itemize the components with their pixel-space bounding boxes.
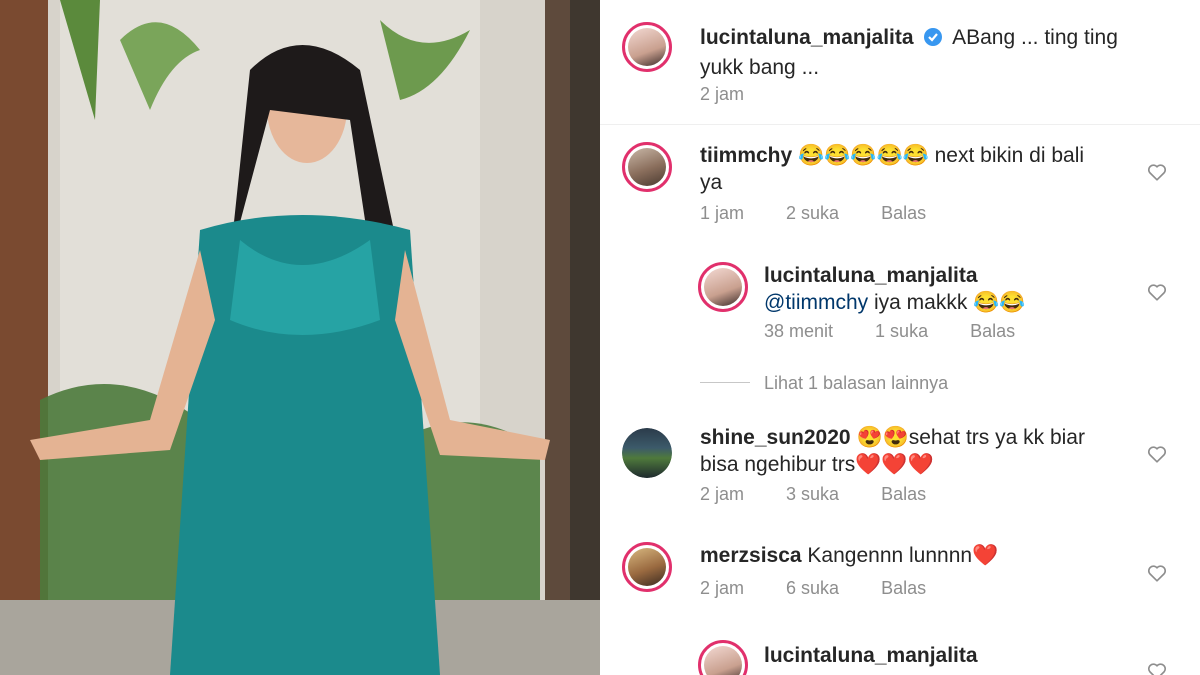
reply-username[interactable]: lucintaluna_manjalita <box>764 644 978 667</box>
comment-meta: 2 jam 3 suka Balas <box>700 484 968 505</box>
reply-text: lucintaluna_manjalita @tiimmchy iya makk… <box>764 262 1134 316</box>
comment-meta: 2 jam 6 suka Balas <box>700 578 968 599</box>
avatar-image <box>622 428 672 478</box>
view-replies-button[interactable]: Lihat 1 balasan lainnya <box>764 373 948 394</box>
comment-time: 2 jam <box>700 484 745 504</box>
comment-line1: 😍😍sehat trs ya kk biar <box>856 426 1085 449</box>
avatar-image <box>628 28 666 66</box>
comment-username[interactable]: shine_sun2020 <box>700 426 851 449</box>
avatar[interactable] <box>622 428 672 478</box>
heart-icon[interactable] <box>1146 281 1168 303</box>
comment-text: merzsisca Kangennn lunnnn❤️ <box>700 542 1130 569</box>
avatar[interactable] <box>622 22 672 72</box>
comment-text: shine_sun2020 😍😍sehat trs ya kk biar bis… <box>700 424 1130 478</box>
post-caption: lucintaluna_manjalita ABang ... ting tin… <box>600 22 1200 122</box>
photo-scene <box>0 0 600 675</box>
comment-line2: bisa ngehibur trs❤️❤️❤️ <box>700 453 934 476</box>
caption-meta: 2 jam <box>700 84 786 105</box>
comment-time: 2 jam <box>700 578 745 598</box>
heart-icon[interactable] <box>1146 660 1168 675</box>
avatar[interactable] <box>698 640 748 675</box>
reply-username[interactable]: lucintaluna_manjalita <box>764 264 978 287</box>
caption-line1: ABang ... ting ting <box>952 26 1118 49</box>
avatar[interactable] <box>622 542 672 592</box>
reply-time: 38 menit <box>764 321 834 341</box>
comment-item: shine_sun2020 😍😍sehat trs ya kk biar bis… <box>600 424 1200 524</box>
comment-username[interactable]: merzsisca <box>700 544 802 567</box>
reply-item: lucintaluna_manjalita <box>600 640 1200 675</box>
post-photo <box>0 0 600 675</box>
heart-icon[interactable] <box>1146 161 1168 183</box>
avatar-image <box>704 646 742 675</box>
reply-button[interactable]: Balas <box>970 321 1015 341</box>
verified-badge-icon <box>923 27 943 54</box>
caption-time: 2 jam <box>700 84 745 104</box>
avatar-image <box>628 548 666 586</box>
avatar[interactable] <box>622 142 672 192</box>
reply-text: lucintaluna_manjalita <box>764 642 1134 669</box>
view-replies-line <box>700 382 750 383</box>
divider <box>600 124 1200 125</box>
comment-likes[interactable]: 6 suka <box>786 578 839 598</box>
reply-meta: 38 menit 1 suka Balas <box>764 321 1057 342</box>
caption-text: lucintaluna_manjalita ABang ... ting tin… <box>700 24 1160 81</box>
avatar-image <box>628 148 666 186</box>
comment-time: 1 jam <box>700 203 745 223</box>
avatar-image <box>704 268 742 306</box>
reply-button[interactable]: Balas <box>881 578 926 598</box>
reply-mention[interactable]: @tiimmchy <box>764 291 868 314</box>
reply-item: lucintaluna_manjalita @tiimmchy iya makk… <box>600 262 1200 352</box>
caption-line2: yukk bang ... <box>700 56 820 79</box>
avatar[interactable] <box>698 262 748 312</box>
comment-line2: ya <box>700 171 723 194</box>
comment-line1: 😂😂😂😂😂 next bikin di bali <box>798 144 1085 167</box>
comment-meta: 1 jam 2 suka Balas <box>700 203 968 224</box>
comments-panel: lucintaluna_manjalita ABang ... ting tin… <box>600 0 1200 675</box>
comment-item: merzsisca Kangennn lunnnn❤️ 2 jam 6 suka B… <box>600 542 1200 622</box>
reply-button[interactable]: Balas <box>881 203 926 223</box>
comment-body: Kangennn lunnnn❤️ <box>807 544 999 567</box>
heart-icon[interactable] <box>1146 443 1168 465</box>
caption-username[interactable]: lucintaluna_manjalita <box>700 26 914 49</box>
comment-likes[interactable]: 3 suka <box>786 484 839 504</box>
reply-body: iya makkk 😂😂 <box>874 291 1026 314</box>
comment-likes[interactable]: 2 suka <box>786 203 839 223</box>
comment-text: tiimmchy 😂😂😂😂😂 next bikin di bali ya <box>700 142 1130 196</box>
reply-button[interactable]: Balas <box>881 484 926 504</box>
heart-icon[interactable] <box>1146 562 1168 584</box>
comment-item: tiimmchy 😂😂😂😂😂 next bikin di bali ya 1 j… <box>600 142 1200 242</box>
comment-username[interactable]: tiimmchy <box>700 144 792 167</box>
reply-likes[interactable]: 1 suka <box>875 321 928 341</box>
